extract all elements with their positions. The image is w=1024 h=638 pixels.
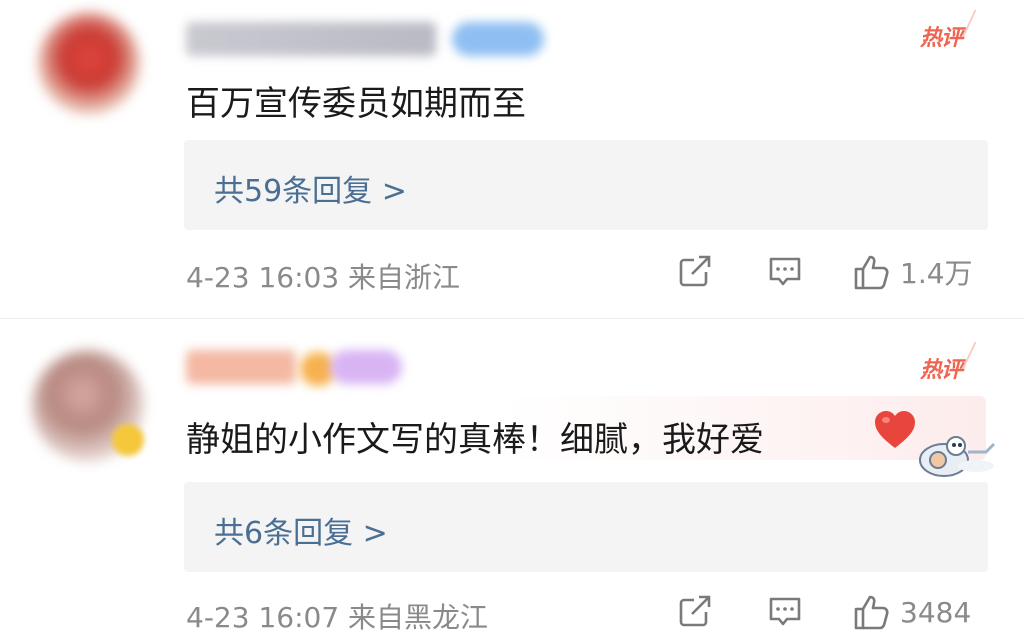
reply-summary-link[interactable]: 共59条回复 > [214, 166, 407, 210]
comment-icon[interactable] [766, 252, 804, 290]
comment-meta: 4-23 16:07 来自黑龙江 [186, 601, 489, 634]
comment-text: 静姐的小作文写的真棒！细腻，我好爱 [186, 420, 764, 460]
thumbs-up-icon [854, 255, 889, 290]
share-icon[interactable] [676, 252, 714, 290]
like-button[interactable]: 1.4万 [852, 252, 973, 292]
comment-item: 热评 静姐的小作文写的真棒！细腻，我好爱 共6条回复 > 4-23 16:07 … [0, 320, 1024, 638]
like-count: 1.4万 [900, 257, 973, 290]
avatar-badge [112, 424, 144, 456]
hot-comment-badge: 热评 [920, 20, 963, 52]
username-blurred[interactable] [186, 350, 296, 384]
divider [0, 318, 1024, 319]
comment-icon[interactable] [766, 592, 804, 630]
reply-summary-box[interactable]: 共6条回复 > [184, 482, 988, 572]
like-button[interactable]: 3484 [852, 592, 971, 632]
like-count: 3484 [900, 595, 972, 629]
share-icon[interactable] [676, 592, 714, 630]
hot-comment-badge: 热评 [920, 352, 963, 384]
avatar[interactable] [38, 12, 140, 114]
user-badge [330, 350, 402, 384]
thumbs-up-icon [854, 595, 889, 630]
user-badge [452, 22, 544, 56]
comment-item: 热评 百万宣传委员如期而至 共59条回复 > 4-23 16:03 来自浙江 1… [0, 0, 1024, 318]
mascot-sticker-icon [919, 436, 996, 477]
comment-text: 百万宣传委员如期而至 [186, 84, 526, 124]
heart-emoji-icon [875, 411, 915, 448]
reply-summary-box[interactable]: 共59条回复 > [184, 140, 988, 230]
comment-meta: 4-23 16:03 来自浙江 [186, 261, 461, 294]
username-blurred[interactable] [186, 22, 436, 56]
reply-summary-link[interactable]: 共6条回复 > [214, 508, 388, 552]
